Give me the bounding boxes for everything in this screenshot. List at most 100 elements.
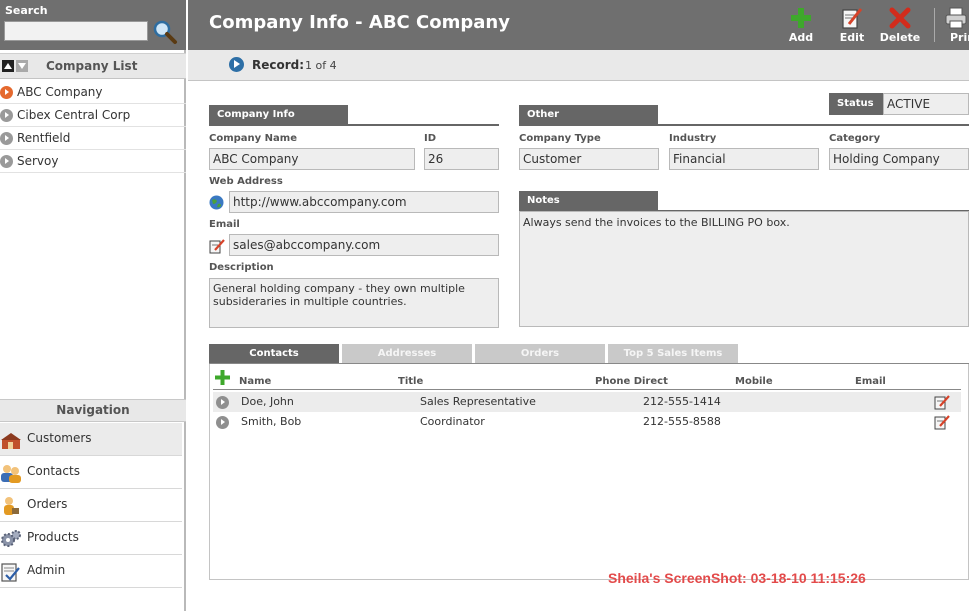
contact-phone: 212-555-8588 [643,415,721,428]
company-name: ABC Company [17,85,103,99]
company-list-item[interactable]: Servoy [0,150,186,173]
contact-name: Doe, John [241,395,294,408]
nav-item-orders[interactable]: Orders [0,489,182,522]
status-label: Status [829,93,883,115]
id-label: ID [424,133,437,144]
company-list-title: Company List [46,59,138,73]
sort-descending-icon[interactable] [16,60,28,72]
print-label: Prin [950,31,969,44]
section-divider [519,124,969,126]
arrow-right-icon[interactable] [216,416,229,429]
globe-icon[interactable] [209,195,224,210]
section-divider [209,124,499,126]
company-list-item[interactable]: Cibex Central Corp [0,104,186,127]
search-panel: Search [0,0,186,50]
record-label: Record: [252,58,305,72]
edit-icon[interactable] [934,394,950,410]
top-bar: Company Info - ABC Company Add Edit Dele… [188,0,969,50]
industry-field[interactable]: Financial [669,148,819,170]
toolbar-divider [934,8,935,42]
column-header-title[interactable]: Title [398,376,423,387]
contacts-icon [1,465,21,483]
tab-contacts[interactable]: Contacts [209,344,339,364]
nav-item-customers[interactable]: Customers [0,423,182,456]
notes-field[interactable]: Always send the invoices to the BILLING … [519,211,969,327]
nav-item-contacts[interactable]: Contacts [0,456,182,489]
industry-label: Industry [669,133,717,144]
category-field[interactable]: Holding Company [829,148,969,170]
notes-section-title: Notes [519,191,658,211]
table-row[interactable]: Smith, Bob Coordinator 212-555-8588 [213,412,961,432]
contact-name: Smith, Bob [241,415,302,428]
print-icon [945,7,967,29]
search-input[interactable] [4,21,148,41]
plus-icon[interactable] [215,370,230,385]
header-divider [213,389,961,390]
description-label: Description [209,262,274,273]
edit-email-icon[interactable] [209,238,225,254]
delete-label: Delete [879,31,921,44]
customers-icon [1,433,21,449]
category-label: Category [829,133,881,144]
nav-label: Products [27,530,79,544]
company-type-field[interactable]: Customer [519,148,659,170]
arrow-right-icon [0,132,13,145]
tab-addresses[interactable]: Addresses [342,344,472,364]
other-section-title: Other [519,105,658,125]
delete-button[interactable]: Delete [875,6,925,46]
column-header-email[interactable]: Email [855,376,886,387]
screenshot-watermark: Sheila's ScreenShot: 03-18-10 11:15:26 [608,570,866,586]
search-label: Search [5,4,48,17]
record-count: 1 of 4 [305,59,337,72]
company-list-item[interactable]: Rentfield [0,127,186,150]
record-navigate-icon[interactable] [229,57,244,72]
table-row[interactable]: Doe, John Sales Representative 212-555-1… [213,392,961,412]
nav-item-products[interactable]: Products [0,522,182,555]
company-name-field[interactable]: ABC Company [209,148,415,170]
contact-title: Coordinator [420,415,485,428]
status-field[interactable]: ACTIVE [883,93,969,115]
web-address-field[interactable]: http://www.abccompany.com [229,191,499,213]
company-list-item[interactable]: ABC Company [0,81,186,104]
company-name: Cibex Central Corp [17,108,131,122]
admin-icon [1,563,20,582]
column-header-mobile[interactable]: Mobile [735,376,773,387]
orders-icon [4,497,19,515]
column-header-name[interactable]: Name [239,376,271,387]
description-field[interactable]: General holding company - they own multi… [209,278,499,328]
contact-title: Sales Representative [420,395,536,408]
nav-label: Customers [27,431,92,445]
edit-icon[interactable] [934,414,950,430]
sort-ascending-icon[interactable] [2,60,14,72]
plus-icon [791,8,811,28]
company-name: Rentfield [17,131,71,145]
edit-button[interactable]: Edit [827,6,877,46]
nav-item-admin[interactable]: Admin [0,555,182,588]
add-button[interactable]: Add [776,6,826,46]
sidebar: Search Company List ABC Company Cibex Ce… [0,0,186,611]
tab-orders[interactable]: Orders [475,344,605,364]
tab-top-sales-items[interactable]: Top 5 Sales Items [608,344,738,364]
arrow-right-icon [0,155,13,168]
edit-icon [842,8,863,29]
navigation-header: Navigation [0,399,186,422]
edit-label: Edit [839,31,865,44]
products-icon [1,530,21,547]
column-header-phone[interactable]: Phone Direct [595,376,668,387]
delete-icon [889,7,911,29]
nav-label: Contacts [27,464,80,478]
contact-phone: 212-555-1414 [643,395,721,408]
arrow-right-icon[interactable] [216,396,229,409]
print-button[interactable]: Prin [940,6,969,46]
add-label: Add [788,31,814,44]
search-icon[interactable] [152,19,178,45]
web-address-label: Web Address [209,176,283,187]
company-list-header: Company List [0,53,186,79]
company-info-section-title: Company Info [209,105,348,125]
page-title: Company Info - ABC Company [209,12,510,33]
company-type-label: Company Type [519,133,601,144]
email-field[interactable]: sales@abccompany.com [229,234,499,256]
company-name-label: Company Name [209,133,297,144]
arrow-right-icon [0,86,13,99]
id-field[interactable]: 26 [424,148,499,170]
